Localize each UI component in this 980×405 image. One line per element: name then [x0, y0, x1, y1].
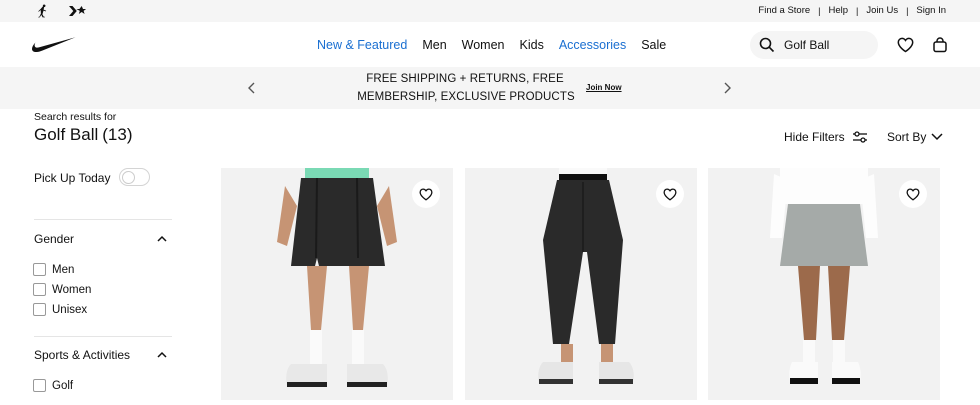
filter-option-label: Women — [52, 283, 92, 296]
nav-sale[interactable]: Sale — [641, 38, 666, 52]
separator: | — [856, 5, 859, 16]
product-card[interactable] — [708, 168, 940, 400]
promo-text-line1: FREE SHIPPING + RETURNS, FREE — [366, 73, 564, 85]
chevron-down-icon — [931, 133, 943, 141]
find-store-link[interactable]: Find a Store — [758, 5, 810, 16]
utility-bar: Find a Store | Help | Join Us | Sign In — [0, 0, 980, 22]
heart-icon — [906, 187, 920, 201]
bag-icon[interactable] — [932, 37, 948, 53]
utility-links: Find a Store | Help | Join Us | Sign In — [758, 5, 946, 16]
hide-filters-button[interactable]: Hide Filters — [784, 130, 868, 144]
divider — [34, 336, 172, 337]
heart-icon — [663, 187, 677, 201]
heart-icon — [419, 187, 433, 201]
chevron-up-icon — [157, 235, 167, 242]
page-title: Golf Ball (13) — [34, 125, 132, 145]
product-card[interactable] — [465, 168, 697, 400]
filter-section-gender[interactable]: Gender — [34, 232, 172, 246]
checkbox[interactable] — [33, 263, 46, 276]
results-query: Golf Ball — [34, 125, 99, 144]
filter-option-golf[interactable]: Golf — [33, 379, 73, 392]
separator: | — [906, 5, 909, 16]
search-icon — [759, 37, 775, 53]
favorite-button[interactable] — [656, 180, 684, 208]
filter-section-title: Gender — [34, 232, 75, 246]
search-input[interactable]: Golf Ball — [750, 31, 878, 59]
results-count: (13) — [102, 125, 133, 144]
product-card[interactable] — [221, 168, 453, 400]
results-label: Search results for — [34, 111, 117, 123]
nav-women[interactable]: Women — [462, 38, 505, 52]
favorite-button[interactable] — [412, 180, 440, 208]
promo-text-line2: MEMBERSHIP, EXCLUSIVE PRODUCTS — [357, 91, 575, 103]
filter-option-label: Golf — [52, 379, 74, 392]
favorite-button[interactable] — [899, 180, 927, 208]
pickup-today-label: Pick Up Today — [34, 171, 111, 185]
heart-icon[interactable] — [897, 37, 914, 53]
main-header: New & Featured Men Women Kids Accessorie… — [0, 22, 980, 67]
filter-option-label: Men — [52, 263, 75, 276]
filter-option-label: Unisex — [52, 303, 88, 316]
checkbox[interactable] — [33, 379, 46, 392]
nav-kids[interactable]: Kids — [520, 38, 544, 52]
sign-in-link[interactable]: Sign In — [916, 5, 946, 16]
join-us-link[interactable]: Join Us — [866, 5, 898, 16]
filter-option-unisex[interactable]: Unisex — [33, 303, 87, 316]
filter-section-title: Sports & Activities — [34, 348, 131, 362]
sort-by-label: Sort By — [887, 130, 927, 144]
search-value[interactable]: Golf Ball — [784, 38, 829, 52]
chevron-right-icon[interactable] — [722, 82, 732, 94]
help-link[interactable]: Help — [829, 5, 849, 16]
separator: | — [818, 5, 821, 16]
filter-option-women[interactable]: Women — [33, 283, 91, 296]
toggle-knob — [122, 171, 135, 184]
nike-swoosh-logo[interactable] — [32, 36, 76, 52]
nav-new-featured[interactable]: New & Featured — [317, 38, 407, 52]
converse-star-chevron-icon[interactable] — [68, 3, 87, 19]
join-now-link[interactable]: Join Now — [586, 83, 622, 92]
checkbox[interactable] — [33, 303, 46, 316]
filter-option-men[interactable]: Men — [33, 263, 74, 276]
pickup-today-toggle[interactable] — [119, 168, 150, 186]
jordan-jumpman-icon[interactable] — [35, 3, 51, 19]
checkbox[interactable] — [33, 283, 46, 296]
divider — [34, 219, 172, 220]
filter-section-sports[interactable]: Sports & Activities — [34, 348, 172, 362]
filter-sliders-icon — [852, 131, 867, 143]
hide-filters-label: Hide Filters — [784, 130, 845, 144]
nav-accessories[interactable]: Accessories — [559, 38, 626, 52]
promo-banner: FREE SHIPPING + RETURNS, FREE MEMBERSHIP… — [0, 67, 980, 109]
nav-men[interactable]: Men — [422, 38, 446, 52]
main-nav: New & Featured Men Women Kids Accessorie… — [317, 38, 681, 52]
chevron-up-icon — [157, 351, 167, 358]
chevron-left-icon[interactable] — [247, 82, 257, 94]
sort-by-dropdown[interactable]: Sort By — [887, 130, 944, 144]
